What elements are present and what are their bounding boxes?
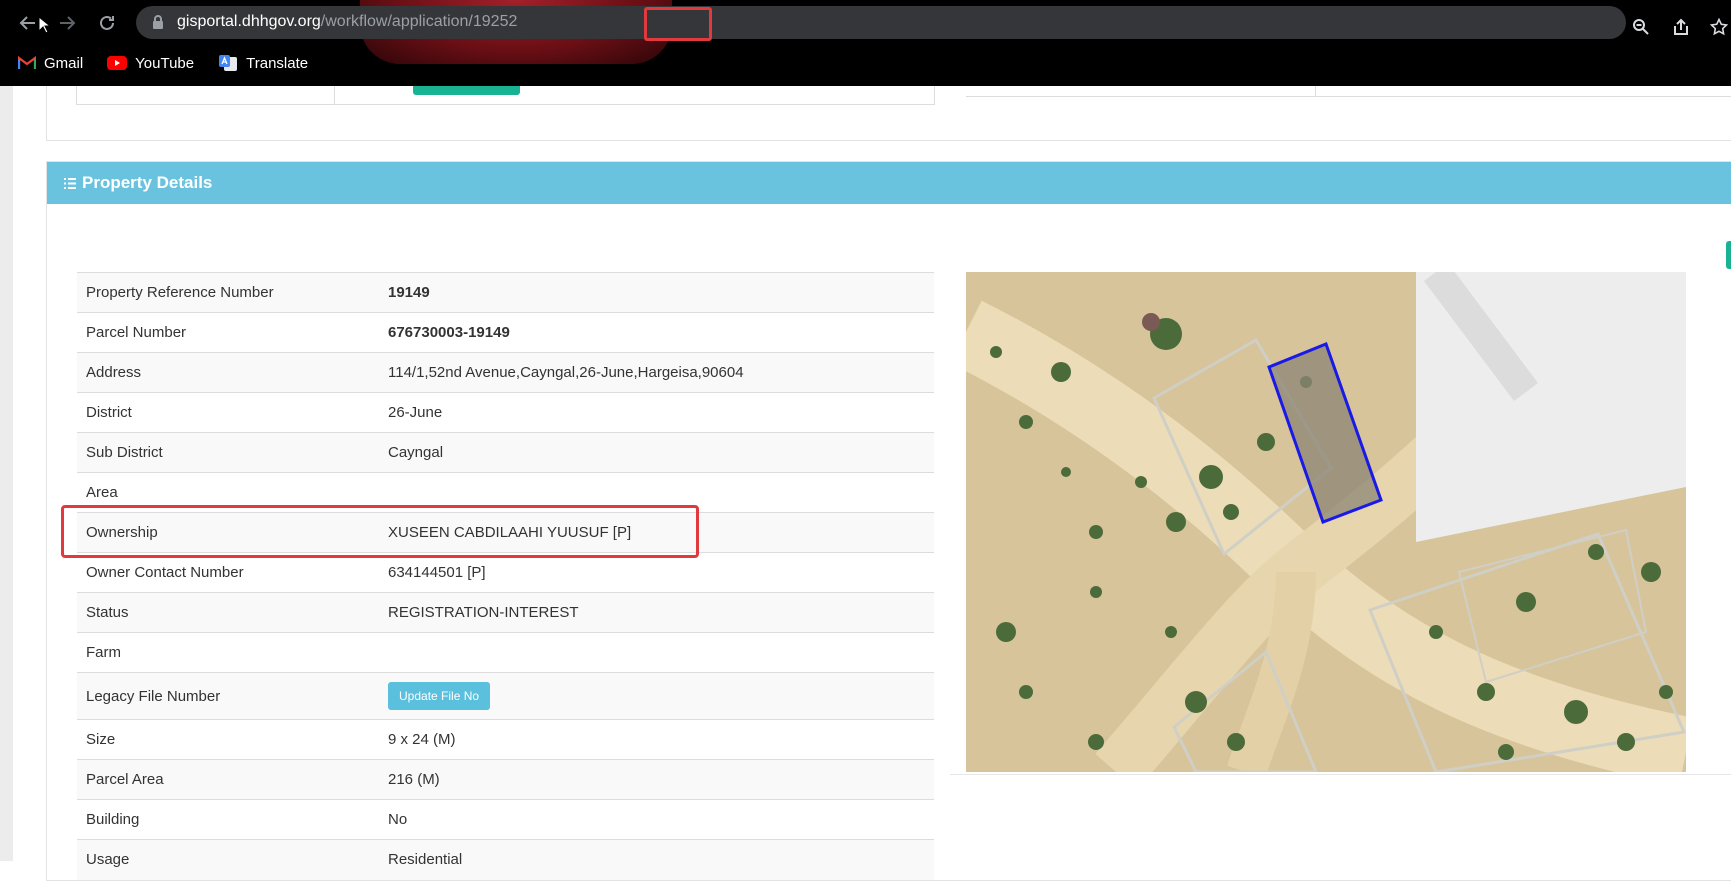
bookmark-translate[interactable]: Translate — [218, 54, 308, 72]
table-row: Building No — [77, 799, 934, 840]
share-icon[interactable] — [1672, 18, 1690, 36]
row-value: REGISTRATION-INTEREST — [379, 592, 934, 633]
table-row: Parcel Area 216 (M) — [77, 759, 934, 800]
table-row: Property Reference Number 19149 — [77, 272, 934, 313]
bookmark-gmail[interactable]: Gmail — [18, 55, 83, 72]
row-value: Residential — [379, 839, 934, 880]
url-text: gisportal.dhhgov.org/workflow/applicatio… — [177, 13, 517, 31]
list-icon — [64, 177, 76, 189]
address-bar[interactable]: gisportal.dhhgov.org/workflow/applicatio… — [136, 6, 1728, 41]
row-value: Update File No — [379, 672, 934, 720]
reload-icon — [100, 15, 114, 30]
side-tab-button[interactable] — [1726, 241, 1731, 269]
table-row: Owner Contact Number 634144501 [P] — [77, 552, 934, 593]
row-label: Status — [77, 592, 379, 633]
lock-icon — [153, 15, 163, 29]
table-row: Size 9 x 24 (M) — [77, 719, 934, 760]
bookmark-label: Translate — [246, 54, 309, 72]
table-row: District 26-June — [77, 392, 934, 433]
ownership-highlight — [61, 505, 699, 558]
row-value: 9 x 24 (M) — [379, 719, 934, 760]
row-value: 634144501 [P] — [379, 552, 934, 593]
page-content: Property Details Property Reference Numb… — [0, 86, 1731, 881]
url-path: /workflow/application/ — [320, 13, 473, 30]
row-label: Owner Contact Number — [77, 552, 379, 593]
back-arrow-icon — [19, 16, 35, 30]
table-row: Address 114/1,52nd Avenue,Cayngal,26-June… — [77, 352, 934, 393]
bookmark-label: YouTube — [135, 54, 195, 72]
panel-title: Property Details — [82, 173, 213, 192]
mouse-cursor-icon — [38, 16, 50, 34]
row-label: Usage — [77, 839, 379, 880]
row-label: Legacy File Number — [77, 672, 379, 720]
previous-section-table-right — [966, 86, 1731, 97]
row-label: Parcel Number — [77, 312, 379, 353]
map-divider — [950, 774, 1731, 775]
table-row: Sub District Cayngal — [77, 432, 934, 473]
table-row: Status REGISTRATION-INTEREST — [77, 592, 934, 633]
forward-arrow-icon — [60, 16, 76, 30]
row-value: 19149 — [379, 272, 934, 313]
panel-header: Property Details — [47, 162, 1731, 204]
url-id-highlight — [644, 7, 712, 41]
browser-chrome: gisportal.dhhgov.org/workflow/applicatio… — [0, 0, 1731, 86]
row-value: 676730003-19149 — [379, 312, 934, 353]
zoom-icon[interactable] — [1632, 18, 1650, 36]
google-translate-icon — [219, 55, 238, 71]
previous-section-button[interactable] — [413, 86, 520, 95]
row-label: Property Reference Number — [77, 272, 379, 313]
bookmark-label: Gmail — [44, 54, 84, 72]
row-label: Sub District — [77, 432, 379, 473]
property-details-table: Property Reference Number 19149 Parcel Nu… — [77, 272, 934, 880]
left-gutter — [0, 86, 13, 861]
aerial-image — [966, 272, 1686, 772]
youtube-icon — [107, 56, 128, 70]
gmail-icon — [18, 56, 36, 69]
url-id: 19252 — [472, 13, 518, 30]
row-label: District — [77, 392, 379, 433]
reload-button[interactable] — [92, 8, 122, 38]
table-row: Farm — [77, 632, 934, 673]
row-value: No — [379, 799, 934, 840]
row-value — [379, 632, 934, 673]
row-value: 216 (M) — [379, 759, 934, 800]
url-host: gisportal.dhhgov.org — [177, 13, 321, 30]
parcel-map[interactable] — [966, 272, 1686, 772]
bookmarks-bar: Gmail YouTube Translate — [0, 48, 314, 78]
table-row: Parcel Number 676730003-19149 — [77, 312, 934, 353]
row-label: Parcel Area — [77, 759, 379, 800]
row-label: Address — [77, 352, 379, 393]
bookmark-star-icon[interactable] — [1710, 18, 1728, 36]
forward-button[interactable] — [52, 8, 82, 38]
row-label: Size — [77, 719, 379, 760]
bookmark-youtube[interactable]: YouTube — [107, 55, 194, 72]
row-label: Farm — [77, 632, 379, 673]
table-row: Legacy File Number Update File No — [77, 672, 934, 720]
row-value: Cayngal — [379, 432, 934, 473]
row-value: 26-June — [379, 392, 934, 433]
row-value: 114/1,52nd Avenue,Cayngal,26-June,Hargei… — [379, 352, 934, 393]
update-file-no-button[interactable]: Update File No — [388, 682, 491, 710]
table-row: Usage Residential — [77, 839, 934, 880]
row-label: Building — [77, 799, 379, 840]
